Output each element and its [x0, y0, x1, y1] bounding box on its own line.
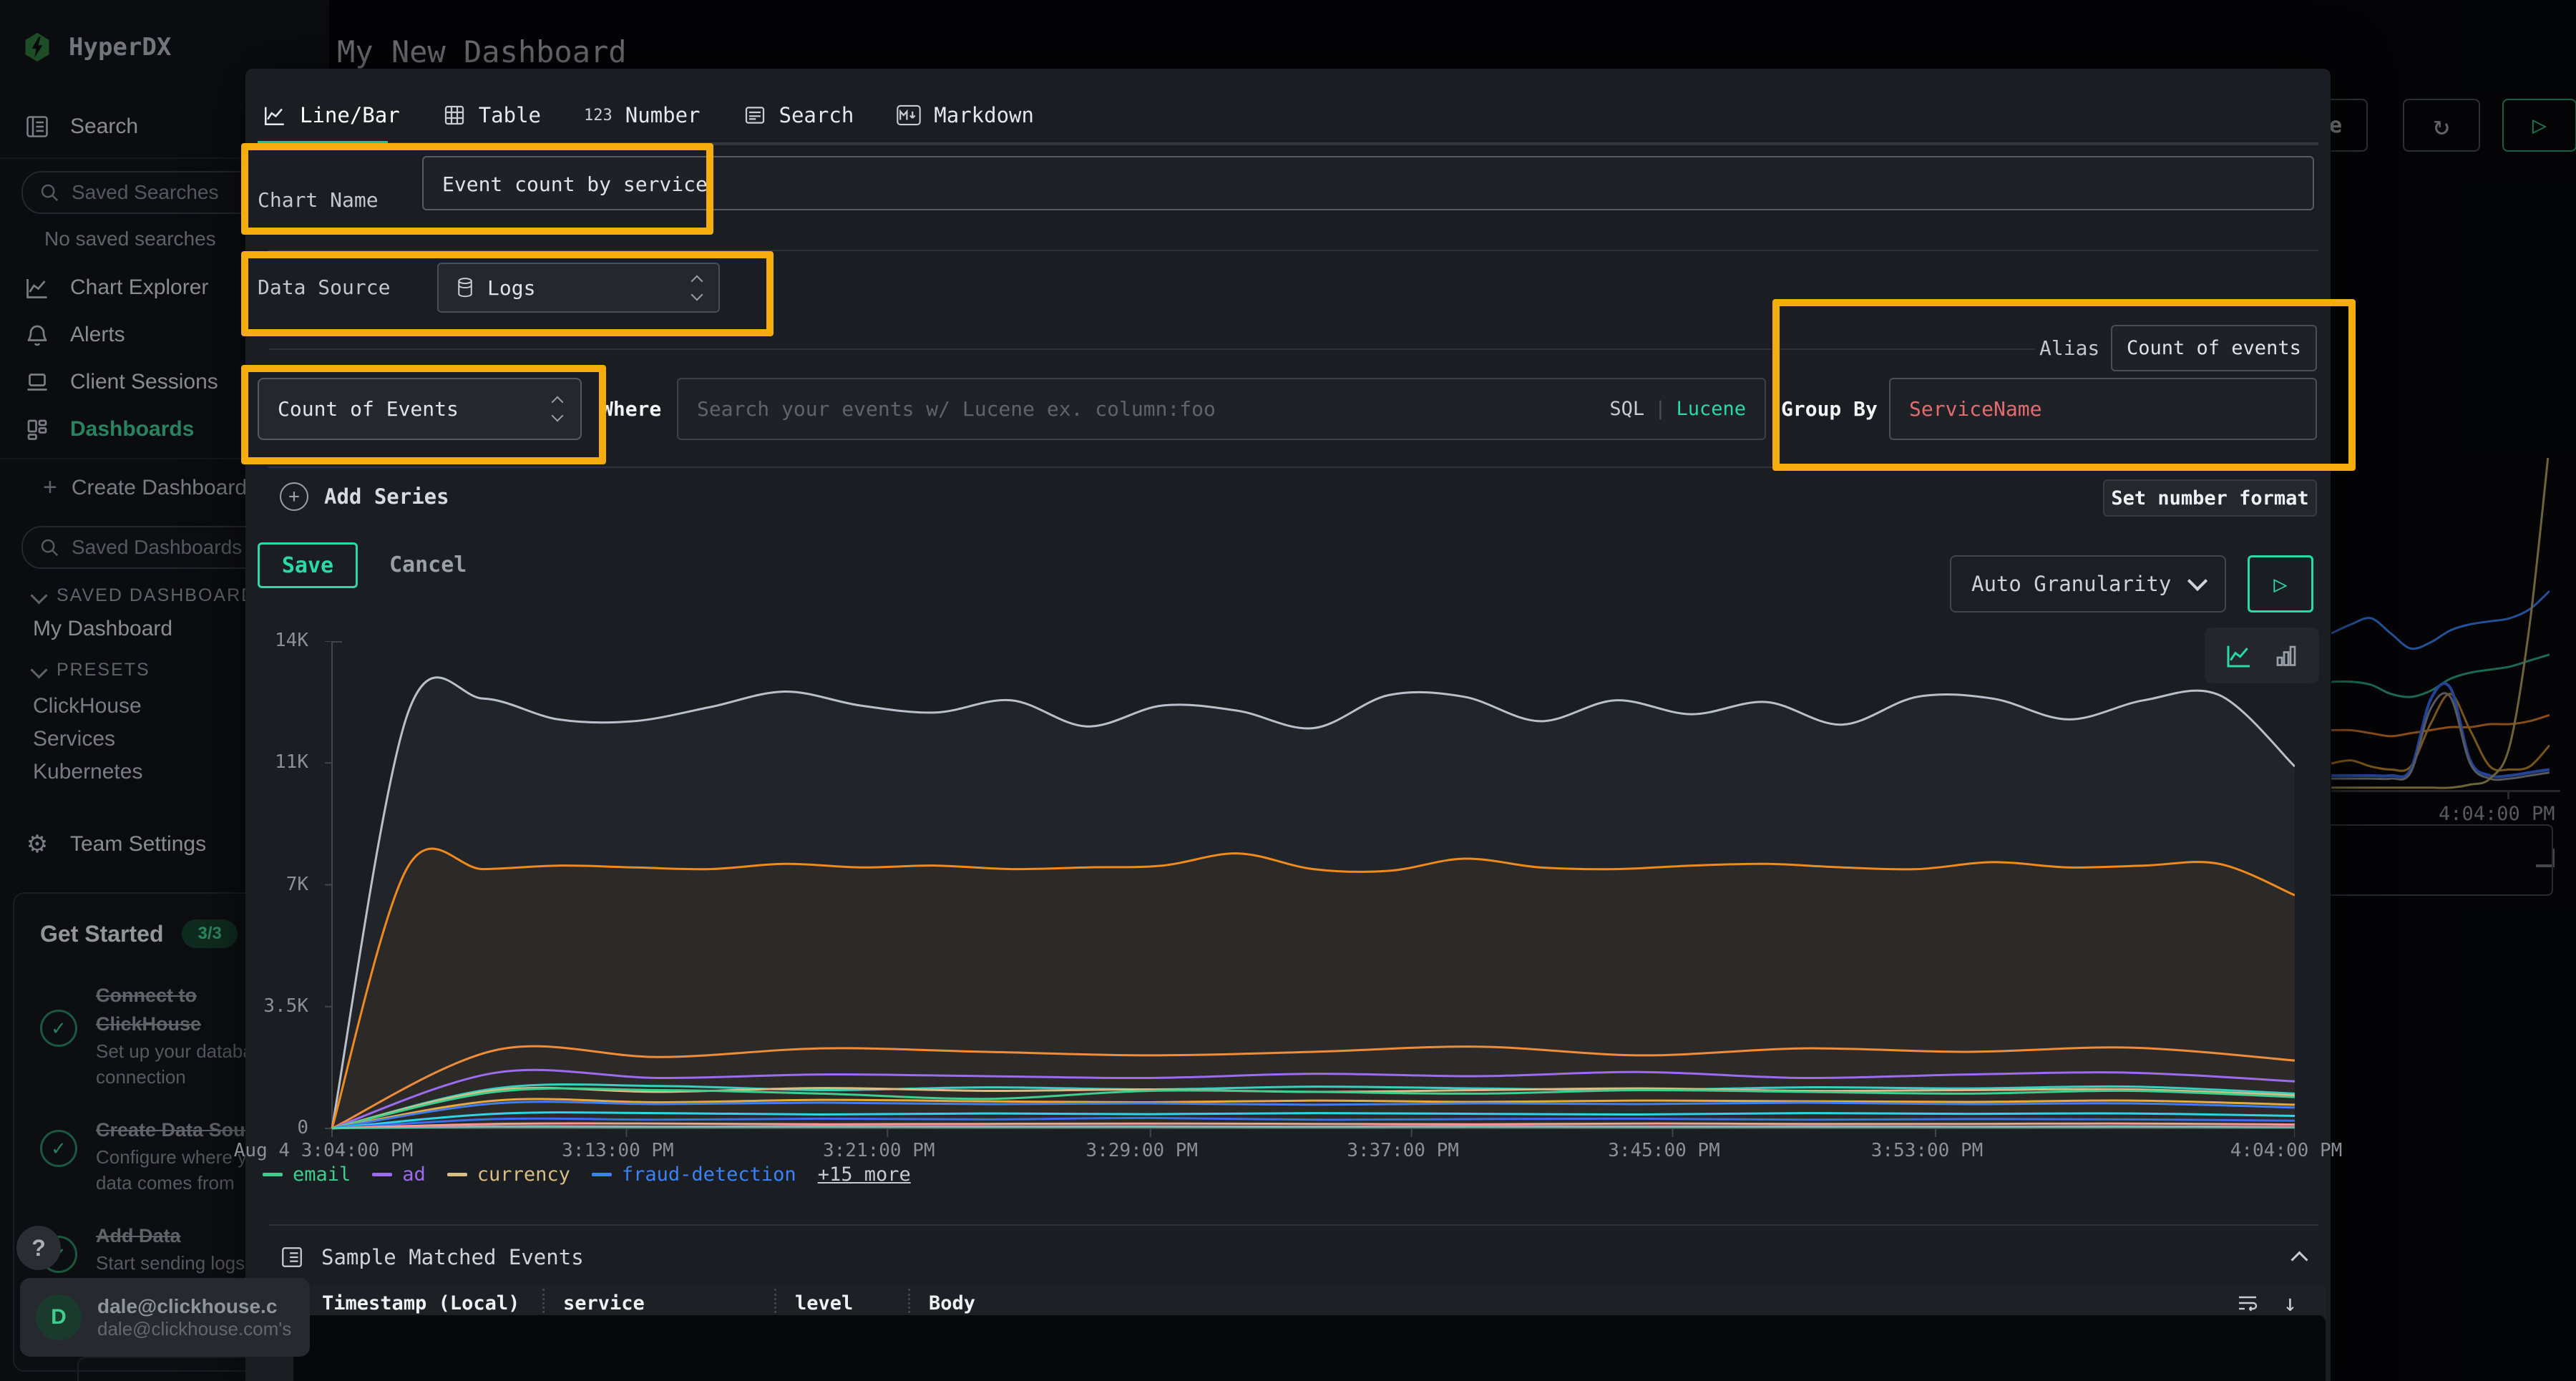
- data-source-select[interactable]: Logs: [437, 263, 720, 313]
- line-chart-icon: [263, 103, 287, 127]
- tab-table[interactable]: Table: [443, 103, 541, 127]
- main-chart: [323, 641, 2295, 1138]
- aggregation-select[interactable]: Count of Events: [258, 378, 582, 440]
- column-body[interactable]: Body: [910, 1292, 2236, 1314]
- tab-number[interactable]: 123 Number: [584, 103, 701, 127]
- legend-dash: [372, 1173, 392, 1176]
- database-icon: [456, 277, 474, 298]
- select-chevrons-icon: [693, 277, 701, 299]
- active-tab-underline: [258, 141, 388, 145]
- cancel-button[interactable]: Cancel: [389, 542, 467, 588]
- y-tick-label: 11K: [245, 751, 314, 773]
- download-icon[interactable]: ↓: [2283, 1289, 2297, 1317]
- y-tick-label: 7K: [245, 874, 314, 895]
- x-tick-label: Aug 4 3:04:00 PM: [234, 1140, 413, 1161]
- list-icon: [280, 1245, 304, 1269]
- legend-item-fraud-detection[interactable]: fraud-detection: [592, 1163, 796, 1186]
- chart-legend: email ad currency fraud-detection +15 mo…: [263, 1163, 911, 1186]
- chart-name-label: Chart Name: [258, 173, 379, 228]
- granularity-select[interactable]: Auto Granularity: [1950, 555, 2226, 613]
- select-chevrons-icon: [553, 398, 562, 420]
- chevron-down-icon: [2187, 571, 2207, 591]
- tab-search[interactable]: Search: [743, 103, 854, 127]
- alias-input[interactable]: Count of events: [2111, 325, 2317, 371]
- column-level[interactable]: level: [776, 1292, 908, 1314]
- save-button[interactable]: Save: [258, 542, 358, 588]
- user-email: dale@clickhouse.c: [97, 1295, 291, 1318]
- x-axis-labels: Aug 4 3:04:00 PM3:13:00 PM3:21:00 PM3:29…: [323, 1140, 2286, 1166]
- pipe-separator: |: [1654, 398, 1666, 420]
- table-icon: [443, 104, 466, 127]
- markdown-icon: [897, 104, 921, 126]
- where-input[interactable]: Search your events w/ Lucene ex. column:…: [677, 378, 1766, 440]
- y-tick-label: 14K: [245, 630, 314, 651]
- tabs-underline-track: [388, 142, 2318, 145]
- alias-label: Alias: [2039, 325, 2099, 371]
- play-icon: ▷: [2273, 570, 2287, 597]
- run-chart-button[interactable]: ▷: [2248, 555, 2313, 613]
- legend-dash: [263, 1173, 283, 1176]
- group-by-input[interactable]: ServiceName: [1889, 378, 2317, 440]
- screen: My New Dashboard Save ↻ ▷ 4:04:00 PM Hyp…: [0, 0, 2576, 1381]
- avatar: D: [36, 1294, 82, 1340]
- legend-more-link[interactable]: +15 more: [818, 1163, 911, 1186]
- legend-item-email[interactable]: email: [263, 1163, 351, 1186]
- edit-chart-modal: Line/Bar Table 123 Number Search Markdow…: [245, 69, 2331, 1381]
- y-tick-label: 0: [245, 1117, 314, 1138]
- legend-item-currency[interactable]: currency: [447, 1163, 570, 1186]
- legend-dash: [447, 1173, 467, 1176]
- where-label: Where: [601, 378, 661, 440]
- user-email-sub: dale@clickhouse.com's: [97, 1318, 291, 1340]
- y-axis-labels: 14K11K7K3.5K0: [245, 641, 314, 1128]
- x-tick-label: 3:37:00 PM: [1347, 1140, 1459, 1161]
- column-timestamp[interactable]: Timestamp (Local): [279, 1292, 542, 1314]
- where-placeholder: Search your events w/ Lucene ex. column:…: [697, 397, 1609, 421]
- sql-mode-toggle[interactable]: SQL: [1609, 398, 1644, 420]
- wrap-text-icon[interactable]: [2236, 1292, 2259, 1314]
- set-number-format-button[interactable]: Set number format: [2103, 479, 2317, 517]
- add-series-button[interactable]: + Add Series: [280, 482, 449, 511]
- legend-dash: [592, 1173, 612, 1176]
- chart-name-input[interactable]: Event count by service: [422, 156, 2314, 210]
- group-by-label: Group By: [1781, 378, 1878, 440]
- x-tick-label: 3:13:00 PM: [562, 1140, 674, 1161]
- legend-item-ad[interactable]: ad: [372, 1163, 426, 1186]
- collapse-chevron-icon[interactable]: [2290, 1251, 2308, 1268]
- document-lines-icon: [743, 104, 766, 127]
- x-tick-label: 3:29:00 PM: [1086, 1140, 1199, 1161]
- x-tick-label: 4:04:00 PM: [2230, 1140, 2343, 1161]
- tab-line-bar[interactable]: Line/Bar: [263, 103, 400, 127]
- sample-events-header[interactable]: Sample Matched Events: [280, 1245, 584, 1269]
- data-source-label: Data Source: [258, 263, 390, 313]
- tab-markdown[interactable]: Markdown: [897, 103, 1034, 127]
- lucene-mode-toggle[interactable]: Lucene: [1676, 398, 1746, 420]
- x-tick-label: 3:21:00 PM: [823, 1140, 935, 1161]
- number-123-icon: 123: [584, 107, 613, 125]
- circle-plus-icon: +: [280, 482, 308, 511]
- y-tick-label: 3.5K: [245, 995, 314, 1017]
- help-button[interactable]: ?: [16, 1226, 61, 1270]
- events-table-body: [293, 1315, 2326, 1381]
- x-tick-label: 3:45:00 PM: [1608, 1140, 1720, 1161]
- column-service[interactable]: service: [545, 1292, 774, 1314]
- user-chip[interactable]: D dale@clickhouse.c dale@clickhouse.com'…: [20, 1278, 310, 1357]
- x-tick-label: 3:53:00 PM: [1871, 1140, 1984, 1161]
